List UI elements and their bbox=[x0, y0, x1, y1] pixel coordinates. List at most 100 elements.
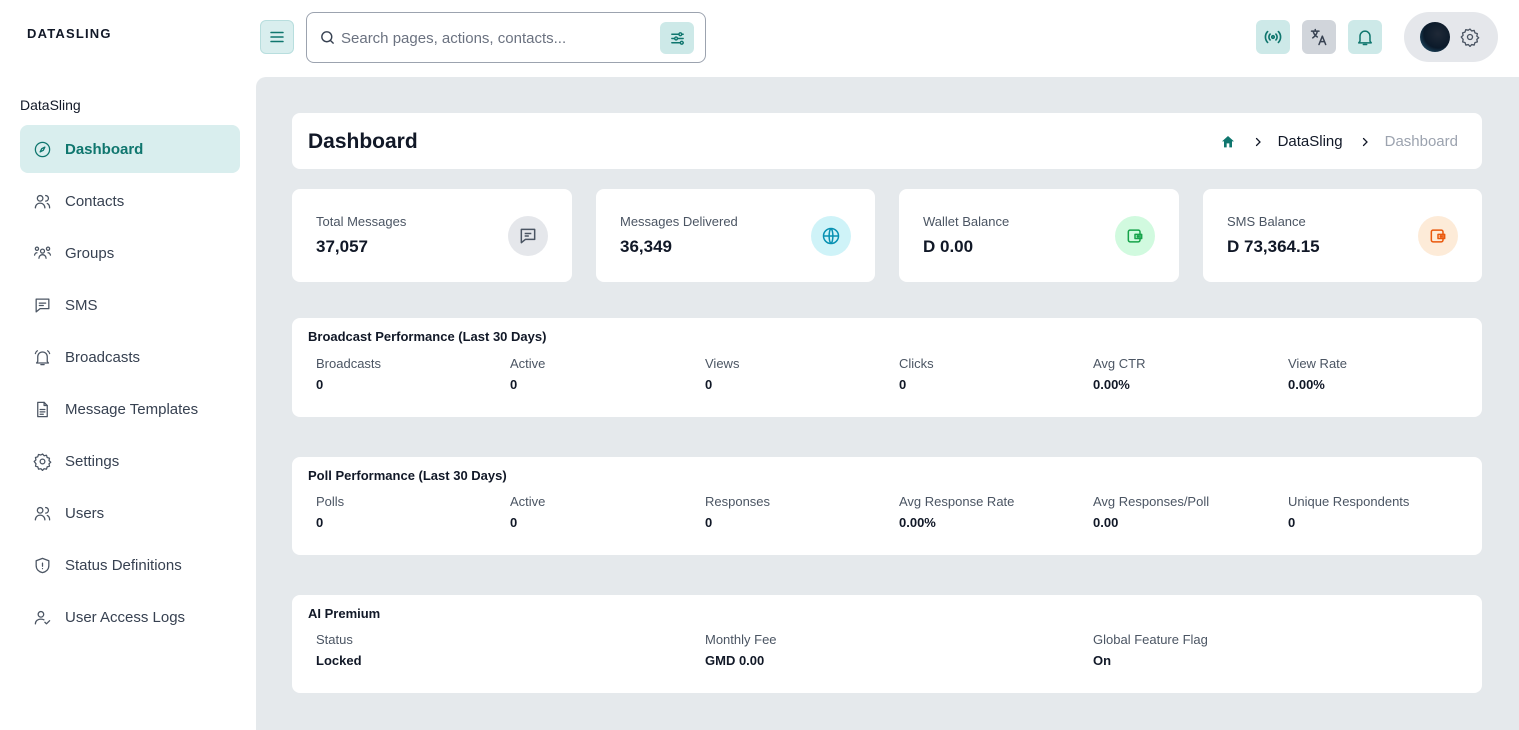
sidebar-item-dashboard[interactable]: Dashboard bbox=[20, 125, 240, 173]
sidebar-item-label: Groups bbox=[65, 244, 115, 262]
metric-unique-respondents: Unique Respondents 0 bbox=[1288, 494, 1409, 530]
gear-icon[interactable] bbox=[1460, 27, 1480, 47]
sidebar-item-label: Dashboard bbox=[65, 140, 144, 158]
metric-label: Responses bbox=[705, 494, 771, 509]
metric-active: Active 0 bbox=[510, 494, 545, 530]
sidebar-item-label: SMS bbox=[65, 296, 98, 314]
bell-ring-icon bbox=[32, 347, 52, 367]
globe-icon bbox=[811, 216, 851, 256]
metric-global-feature-flag: Global Feature Flag On bbox=[1093, 632, 1208, 668]
sidebar-item-status-definitions[interactable]: Status Definitions bbox=[20, 541, 240, 589]
metric-view-rate: View Rate 0.00% bbox=[1288, 356, 1347, 392]
document-icon bbox=[32, 399, 52, 419]
breadcrumb: DataSling Dashboard bbox=[1220, 133, 1458, 150]
wallet-icon bbox=[1115, 216, 1155, 256]
translate-icon bbox=[1310, 28, 1327, 46]
metric-avg-responses-per-poll: Avg Responses/Poll 0.00 bbox=[1093, 494, 1209, 530]
stat-label: Wallet Balance bbox=[923, 214, 1010, 229]
app-logo[interactable]: DATASLING bbox=[27, 26, 112, 41]
main-content: Dashboard DataSling Dashboard Total Mess… bbox=[256, 77, 1519, 730]
chevron-right-icon bbox=[1252, 136, 1264, 148]
search-bar bbox=[306, 12, 706, 63]
metric-label: Broadcasts bbox=[316, 356, 382, 371]
language-button[interactable] bbox=[1302, 20, 1336, 54]
metric-label: Status bbox=[316, 632, 353, 647]
sidebar-item-broadcasts[interactable]: Broadcasts bbox=[20, 333, 240, 381]
metric-label: Avg CTR bbox=[1093, 356, 1146, 371]
breadcrumb-link-datasling[interactable]: DataSling bbox=[1278, 133, 1343, 150]
filter-icon bbox=[670, 31, 684, 45]
sidebar-item-user-access-logs[interactable]: User Access Logs bbox=[20, 593, 240, 641]
groups-icon bbox=[32, 243, 52, 263]
users-icon bbox=[32, 191, 52, 211]
metric-label: Avg Responses/Poll bbox=[1093, 494, 1210, 509]
metric-value: 0.00% bbox=[899, 515, 936, 530]
metric-value: 0 bbox=[316, 377, 324, 392]
sidebar-item-message-templates[interactable]: Message Templates bbox=[20, 385, 240, 433]
sidebar-item-contacts[interactable]: Contacts bbox=[20, 177, 240, 225]
menu-toggle-button[interactable] bbox=[260, 20, 294, 54]
stat-card-sms-balance: SMS Balance D 73,364.15 bbox=[1203, 189, 1482, 282]
sidebar-item-label: Message Templates bbox=[65, 400, 199, 418]
sidebar-item-sms[interactable]: SMS bbox=[20, 281, 240, 329]
sidebar-nav: Dashboard Contacts Groups SMS Broadcasts… bbox=[20, 125, 240, 645]
metric-value: 0.00% bbox=[1288, 377, 1325, 392]
stat-card-total-messages: Total Messages 37,057 bbox=[292, 189, 572, 282]
broadcast-performance-card: Broadcast Performance (Last 30 Days) Bro… bbox=[292, 318, 1482, 417]
sidebar-item-settings[interactable]: Settings bbox=[20, 437, 240, 485]
card-title: AI Premium bbox=[308, 606, 381, 621]
sidebar-item-users[interactable]: Users bbox=[20, 489, 240, 537]
metric-label: Monthly Fee bbox=[705, 632, 777, 647]
metric-responses: Responses 0 bbox=[705, 494, 770, 530]
metric-avg-ctr: Avg CTR 0.00% bbox=[1093, 356, 1146, 392]
gear-icon bbox=[32, 451, 52, 471]
metric-value: 0 bbox=[510, 515, 518, 530]
ai-premium-card: AI Premium Status Locked Monthly Fee GMD 0… bbox=[292, 595, 1482, 693]
notifications-button[interactable] bbox=[1348, 20, 1382, 54]
metric-monthly-fee: Monthly Fee GMD 0.00 bbox=[705, 632, 777, 668]
metric-value: GMD 0.00 bbox=[705, 653, 765, 668]
wallet-icon bbox=[1418, 216, 1458, 256]
profile-menu[interactable] bbox=[1404, 12, 1498, 62]
metric-value: 0 bbox=[705, 377, 713, 392]
metric-label: Global Feature Flag bbox=[1093, 632, 1208, 647]
metric-value: 0 bbox=[705, 515, 713, 530]
user-check-icon bbox=[32, 607, 52, 627]
metric-label: Polls bbox=[316, 494, 345, 509]
search-input[interactable] bbox=[341, 25, 651, 51]
connection-status-button[interactable] bbox=[1256, 20, 1290, 54]
dashboard-icon bbox=[32, 139, 52, 159]
chevron-right-icon bbox=[1359, 136, 1371, 148]
sidebar-section-title: DataSling bbox=[20, 97, 81, 113]
home-icon[interactable] bbox=[1220, 134, 1236, 150]
stat-value: 37,057 bbox=[316, 237, 368, 256]
stat-card-wallet-balance: Wallet Balance D 0.00 bbox=[899, 189, 1179, 282]
sidebar-item-label: Settings bbox=[65, 452, 120, 470]
stat-label: Total Messages bbox=[316, 214, 407, 229]
metric-label: Active bbox=[510, 356, 546, 371]
metric-label: View Rate bbox=[1288, 356, 1348, 371]
chat-icon bbox=[508, 216, 548, 256]
page-header: Dashboard DataSling Dashboard bbox=[292, 113, 1482, 169]
metric-avg-response-rate: Avg Response Rate 0.00% bbox=[899, 494, 1014, 530]
metric-broadcasts: Broadcasts 0 bbox=[316, 356, 381, 392]
stat-label: SMS Balance bbox=[1227, 214, 1306, 229]
menu-icon bbox=[270, 31, 284, 43]
metric-clicks: Clicks 0 bbox=[899, 356, 934, 392]
shield-icon bbox=[32, 555, 52, 575]
metric-label: Active bbox=[510, 494, 546, 509]
breadcrumb-current: Dashboard bbox=[1384, 133, 1458, 150]
stat-value: D 73,364.15 bbox=[1227, 237, 1320, 256]
metric-value: 0.00% bbox=[1093, 377, 1130, 392]
metric-views: Views 0 bbox=[705, 356, 739, 392]
search-filter-button[interactable] bbox=[660, 22, 694, 54]
avatar[interactable] bbox=[1420, 22, 1450, 52]
metric-value: 0 bbox=[510, 377, 518, 392]
metric-label: Avg Response Rate bbox=[899, 494, 1015, 509]
sidebar-item-label: Status Definitions bbox=[65, 556, 182, 574]
sidebar-item-label: Broadcasts bbox=[65, 348, 141, 366]
sidebar-item-groups[interactable]: Groups bbox=[20, 229, 240, 277]
metric-value: 0.00 bbox=[1093, 515, 1119, 530]
stat-value: 36,349 bbox=[620, 237, 672, 256]
card-title: Broadcast Performance (Last 30 Days) bbox=[308, 329, 547, 344]
